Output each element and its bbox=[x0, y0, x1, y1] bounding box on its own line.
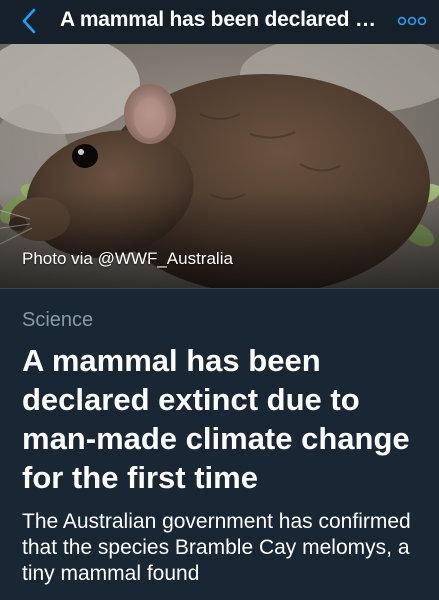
ellipsis-circles-icon bbox=[397, 16, 427, 26]
article-hero-image[interactable]: Photo via @WWF_Australia bbox=[0, 44, 439, 288]
article-category: Science bbox=[22, 309, 94, 331]
more-options-button[interactable] bbox=[395, 9, 429, 33]
page-title: A mammal has been declared extinct due t… bbox=[60, 8, 379, 31]
article-card: Science A mammal has been declared extin… bbox=[0, 288, 439, 600]
chevron-left-icon bbox=[22, 8, 36, 34]
article-detail-screen: A mammal has been declared extinct due t… bbox=[0, 0, 439, 600]
top-navigation-bar: A mammal has been declared extinct due t… bbox=[0, 0, 439, 44]
back-button[interactable] bbox=[14, 6, 44, 36]
photo-credit: Photo via @WWF_Australia bbox=[22, 249, 233, 268]
article-summary: The Australian government has confirmed … bbox=[22, 510, 411, 585]
article-headline[interactable]: A mammal has been declared extinct due t… bbox=[22, 341, 432, 497]
